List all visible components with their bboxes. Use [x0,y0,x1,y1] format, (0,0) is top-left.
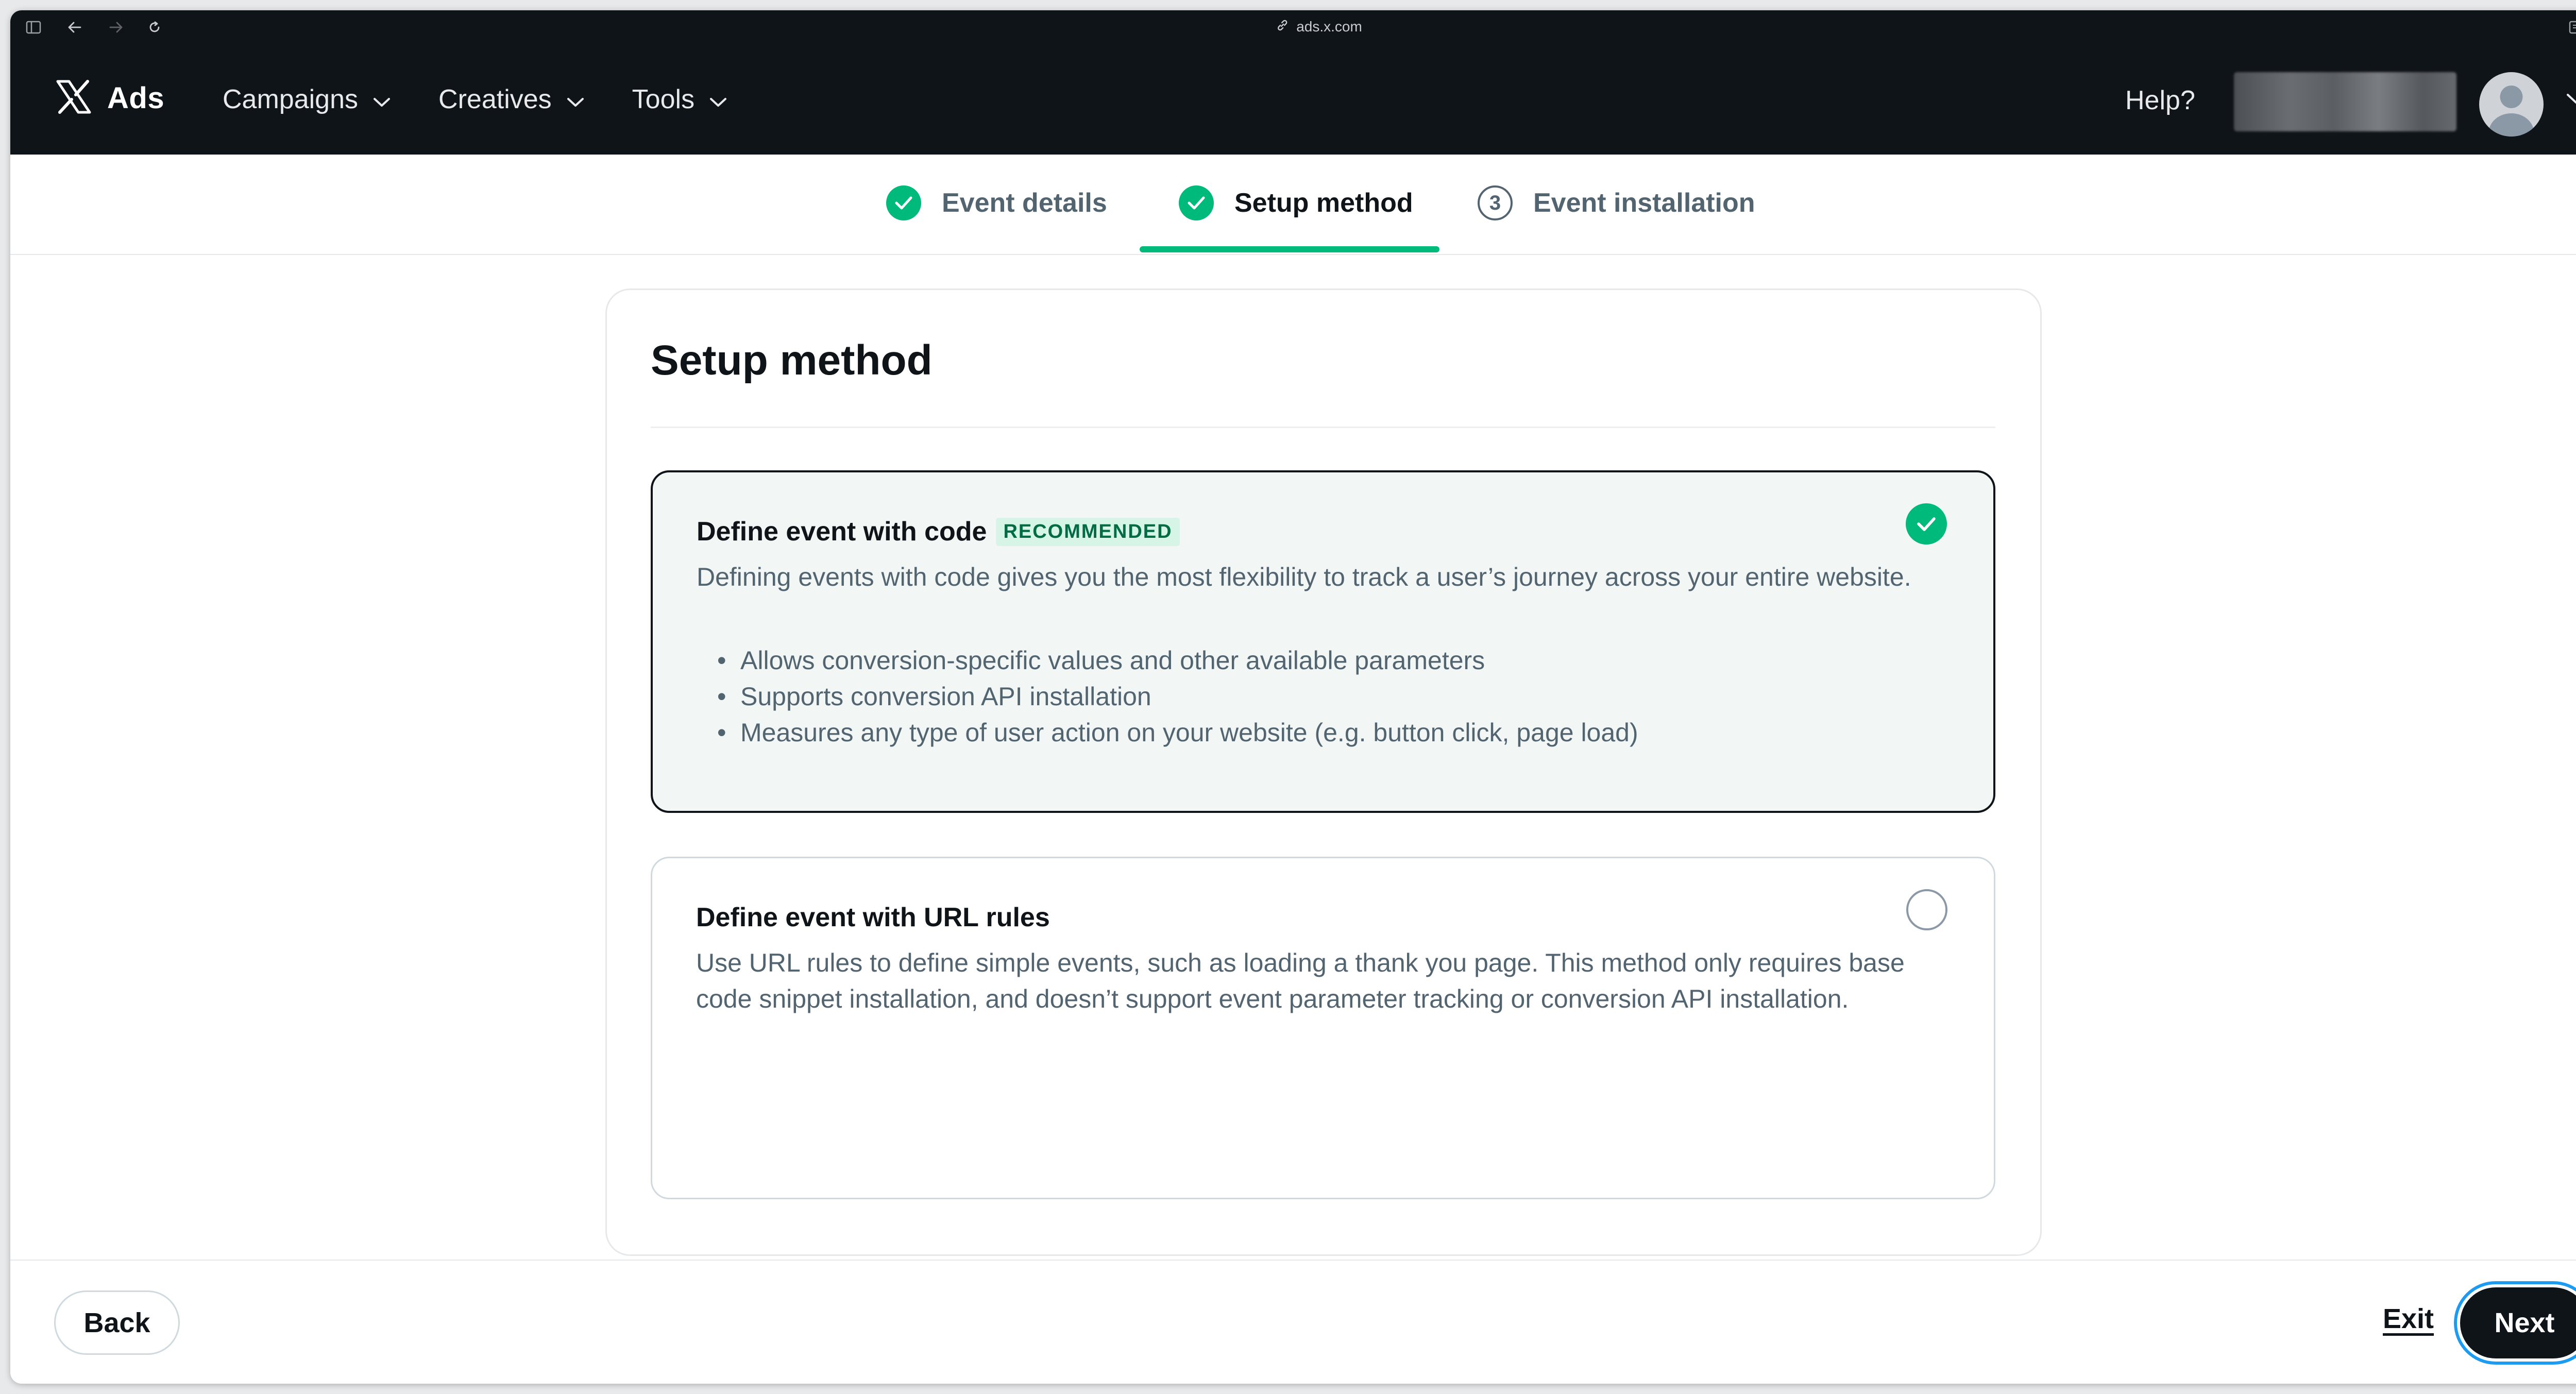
nav-menu: Campaigns Creatives Tools [223,84,727,115]
x-logo-icon [56,80,92,116]
divider [651,427,1995,428]
link-icon [1276,19,1289,36]
browser-toolbar: ads.x.com [10,10,2576,44]
nav-creatives-menu[interactable]: Creatives [438,84,585,115]
brand-label: Ads [107,81,165,115]
list-item: Measures any type of user action on your… [697,715,1638,751]
list-item: Supports conversion API installation [697,678,1638,715]
sidebar-toggle-icon[interactable] [26,20,41,35]
list-item: Allows conversion-specific values and ot… [697,642,1638,678]
option-title: Define event with code [697,517,987,547]
option-header: Define event with code RECOMMENDED [697,516,1180,547]
next-button[interactable]: Next [2460,1287,2576,1358]
reload-icon[interactable] [147,20,162,35]
option-title: Define event with URL rules [696,903,1050,932]
chevron-down-icon [709,84,727,115]
option-define-event-with-url-rules[interactable]: Define event with URL rules Use URL rule… [651,857,1995,1199]
option-bullet-list: Allows conversion-specific values and ot… [697,642,1638,751]
setup-method-card: Setup method Define event with code RECO… [605,288,2042,1256]
avatar[interactable] [2479,72,2544,137]
footer-bar: Back Exit Next [10,1260,2576,1384]
forward-arrow-icon[interactable] [108,20,124,35]
check-circle-icon [1179,185,1214,220]
chevron-down-icon [566,84,585,115]
account-chevron-down-icon[interactable] [2566,93,2576,108]
step-label: Event details [942,188,1107,218]
recommended-badge: RECOMMENDED [996,517,1180,546]
active-step-indicator [1140,246,1439,252]
x-ads-logo[interactable]: Ads [56,80,164,116]
radio-selected-check-icon[interactable] [1906,503,1947,545]
chevron-down-icon [372,84,391,115]
step-event-details[interactable]: Event details [886,185,1107,220]
nav-campaigns-menu[interactable]: Campaigns [223,84,391,115]
option-description: Defining events with code gives you the … [697,563,1911,591]
reader-icon[interactable] [2568,20,2576,35]
option-header: Define event with URL rules [696,902,1050,933]
url-text: ads.x.com [1296,19,1362,35]
back-button[interactable]: Back [54,1290,180,1355]
nav-tools-menu[interactable]: Tools [632,84,727,115]
progress-steps: Event details Setup method 3 Event insta… [10,155,2576,255]
exit-link[interactable]: Exit [2383,1303,2434,1335]
option-define-event-with-code[interactable]: Define event with code RECOMMENDED Defin… [651,470,1995,813]
browser-window: ads.x.com Ads Campaigns Creatives Tools … [10,10,2576,1384]
nav-item-label: Creatives [438,84,552,114]
top-navigation: Ads Campaigns Creatives Tools Help? [10,44,2576,155]
check-circle-icon [886,185,921,220]
step-label: Event installation [1533,188,1755,218]
step-event-installation[interactable]: 3 Event installation [1478,185,1755,220]
step-setup-method[interactable]: Setup method [1179,185,1413,220]
step-label: Setup method [1234,188,1413,218]
nav-item-label: Tools [632,84,695,114]
page-title: Setup method [651,337,933,384]
account-selector[interactable] [2234,72,2456,131]
step-number: 3 [1478,185,1513,220]
address-bar[interactable]: ads.x.com [1276,16,1362,37]
radio-unselected-icon[interactable] [1906,889,1947,930]
nav-item-label: Campaigns [223,84,359,114]
help-link[interactable]: Help? [2125,85,2195,116]
option-description: Use URL rules to define simple events, s… [696,948,1905,1013]
back-arrow-icon[interactable] [67,20,82,35]
